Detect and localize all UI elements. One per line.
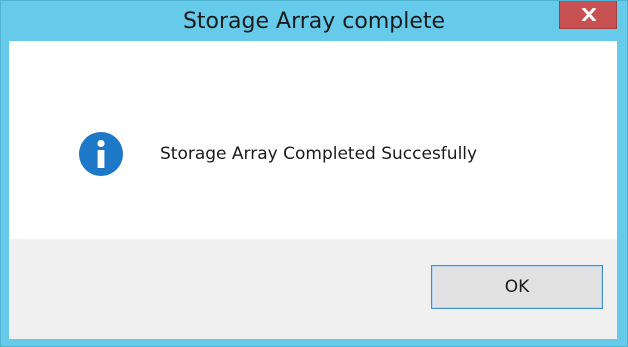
title-bar[interactable]: Storage Array complete bbox=[1, 1, 627, 41]
dialog-window: Storage Array complete Storage Array Com… bbox=[0, 0, 628, 347]
info-icon bbox=[79, 132, 123, 176]
close-icon bbox=[582, 8, 596, 21]
ok-button[interactable]: OK bbox=[431, 265, 603, 309]
dialog-client-area: Storage Array Completed Succesfully OK bbox=[9, 41, 617, 339]
close-button[interactable] bbox=[559, 1, 617, 29]
window-title: Storage Array complete bbox=[182, 9, 446, 34]
dialog-message: Storage Array Completed Succesfully bbox=[160, 144, 478, 164]
dialog-button-bar: OK bbox=[9, 239, 617, 339]
message-area: Storage Array Completed Succesfully bbox=[9, 41, 617, 239]
